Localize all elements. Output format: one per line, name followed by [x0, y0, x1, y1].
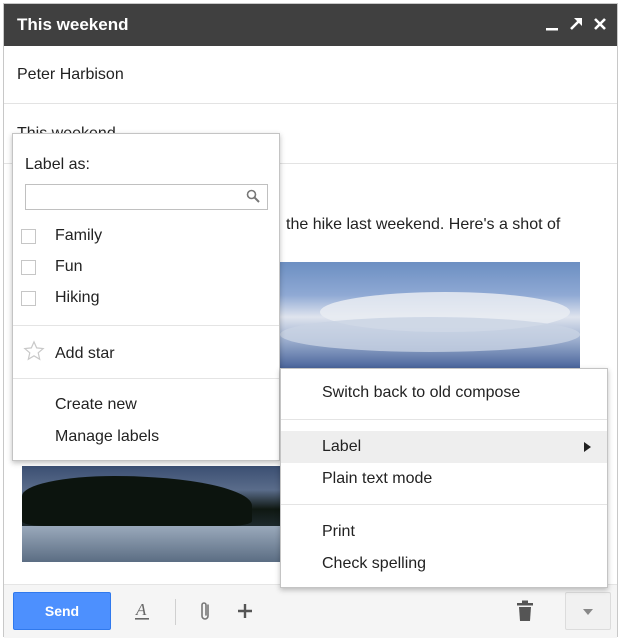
plus-icon[interactable] — [233, 599, 257, 623]
submenu-arrow-icon — [584, 442, 591, 452]
menu-divider — [281, 504, 607, 505]
manage-labels-link[interactable]: Manage labels — [55, 428, 159, 446]
inline-photo-sky — [280, 262, 580, 372]
recipient-name: Peter Harbison — [17, 65, 124, 83]
add-star-option[interactable]: Add star — [23, 340, 115, 367]
popup-divider — [13, 378, 279, 379]
popout-icon[interactable] — [567, 14, 585, 34]
minimize-icon[interactable] — [543, 14, 561, 34]
inline-photo-lake — [22, 466, 284, 562]
star-icon — [23, 340, 55, 367]
menu-item-plain-text[interactable]: Plain text mode — [281, 463, 607, 495]
label-option-fun[interactable]: Fun — [21, 255, 83, 279]
compose-title: This weekend — [17, 15, 129, 34]
compose-titlebar[interactable]: This weekend — [4, 4, 617, 46]
label-checkbox[interactable] — [21, 259, 36, 275]
chevron-down-icon — [583, 602, 593, 620]
label-as-popup: Label as: Family Fun Hiking Add star Cre… — [12, 133, 280, 461]
titlebar-controls — [543, 14, 609, 34]
trash-icon[interactable] — [513, 599, 537, 623]
create-new-label-link[interactable]: Create new — [55, 396, 137, 414]
label-option-text: Fun — [55, 258, 83, 275]
search-icon — [246, 189, 262, 205]
close-icon[interactable] — [591, 14, 609, 34]
compose-toolbar: Send A — [4, 584, 617, 638]
menu-item-switch-old-compose[interactable]: Switch back to old compose — [281, 377, 607, 409]
text-format-icon[interactable]: A — [130, 599, 154, 623]
label-checkbox[interactable] — [21, 228, 36, 244]
label-popup-title: Label as: — [25, 156, 90, 173]
menu-item-check-spelling[interactable]: Check spelling — [281, 548, 607, 580]
to-field[interactable]: Peter Harbison — [4, 46, 617, 104]
popup-divider — [13, 325, 279, 326]
message-body-text[interactable]: the hike last weekend. Here's a shot of — [286, 216, 560, 234]
label-checkbox[interactable] — [21, 290, 36, 306]
add-star-label: Add star — [55, 344, 115, 362]
paperclip-icon[interactable] — [194, 599, 218, 623]
more-options-button[interactable] — [565, 592, 611, 630]
menu-item-label[interactable]: Label — [281, 431, 607, 463]
label-option-hiking[interactable]: Hiking — [21, 286, 99, 310]
more-options-menu: Switch back to old compose Label Plain t… — [280, 368, 608, 588]
send-button[interactable]: Send — [13, 592, 111, 630]
label-option-text: Hiking — [55, 289, 100, 306]
menu-item-label-text: Label — [322, 438, 362, 455]
menu-divider — [281, 419, 607, 420]
label-option-family[interactable]: Family — [21, 224, 102, 248]
svg-text:A: A — [135, 600, 147, 619]
toolbar-separator — [175, 599, 176, 625]
label-option-text: Family — [55, 227, 103, 244]
menu-item-print[interactable]: Print — [281, 516, 607, 548]
label-search-input[interactable] — [25, 184, 268, 210]
